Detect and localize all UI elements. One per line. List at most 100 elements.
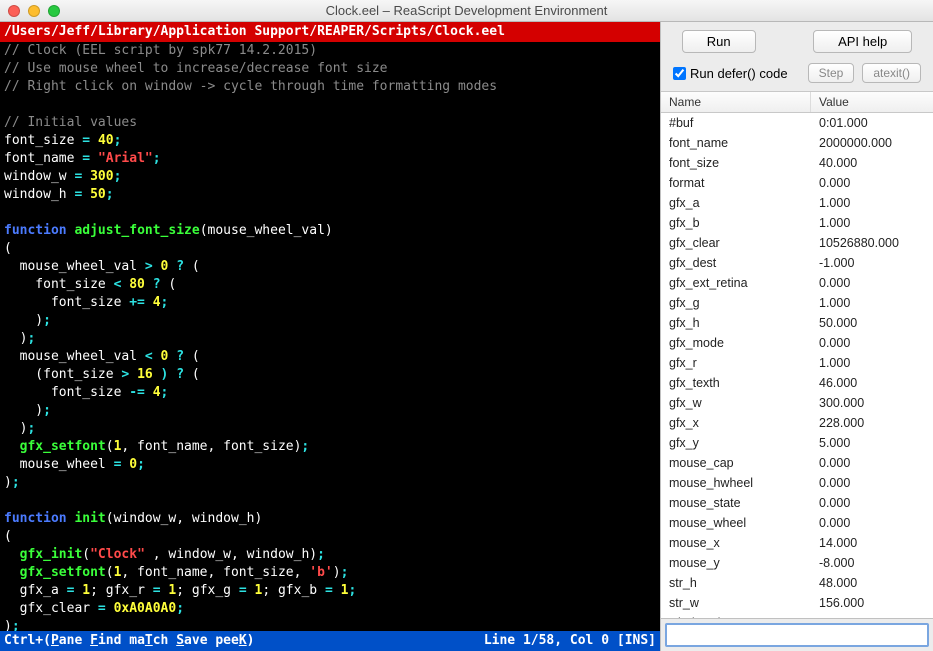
variable-row[interactable]: mouse_y-8.000 <box>661 553 933 573</box>
variable-name: gfx_clear <box>661 233 811 253</box>
variable-name: str_h <box>661 573 811 593</box>
window-titlebar: Clock.eel – ReaScript Development Enviro… <box>0 0 933 22</box>
step-button[interactable]: Step <box>808 63 855 83</box>
run-defer-checkbox[interactable] <box>673 67 686 80</box>
variable-value: -1.000 <box>811 253 933 273</box>
variable-row[interactable]: mouse_cap0.000 <box>661 453 933 473</box>
variable-name: font_size <box>661 153 811 173</box>
variables-header: Name Value <box>661 92 933 113</box>
code-editor[interactable]: /Users/Jeff/Library/Application Support/… <box>0 22 660 651</box>
variable-row[interactable]: format0.000 <box>661 173 933 193</box>
variables-table[interactable]: Name Value #buf0:01.000font_name2000000.… <box>661 91 933 618</box>
variable-name: mouse_cap <box>661 453 811 473</box>
variable-value: 156.000 <box>811 593 933 613</box>
variable-name: gfx_mode <box>661 333 811 353</box>
variable-name: gfx_dest <box>661 253 811 273</box>
status-cursor-position: Line 1/58, Col 0 [INS] <box>484 632 656 650</box>
variable-name: gfx_h <box>661 313 811 333</box>
variable-name: mouse_state <box>661 493 811 513</box>
variable-value: 2000000.000 <box>811 133 933 153</box>
variable-row[interactable]: str_w156.000 <box>661 593 933 613</box>
variable-row[interactable]: gfx_a1.000 <box>661 193 933 213</box>
variable-row[interactable]: font_name2000000.000 <box>661 133 933 153</box>
variable-row[interactable]: gfx_w300.000 <box>661 393 933 413</box>
variable-row[interactable]: mouse_wheel0.000 <box>661 513 933 533</box>
variable-value: 46.000 <box>811 373 933 393</box>
api-help-button[interactable]: API help <box>813 30 912 53</box>
editor-status-bar: Ctrl+(Pane Find maTch Save peeK) Line 1/… <box>0 631 660 651</box>
variable-row[interactable]: gfx_dest-1.000 <box>661 253 933 273</box>
variable-name: gfx_g <box>661 293 811 313</box>
variable-row[interactable]: #buf0:01.000 <box>661 113 933 133</box>
variable-name: str_w <box>661 593 811 613</box>
variable-name: format <box>661 173 811 193</box>
variable-row[interactable]: mouse_x14.000 <box>661 533 933 553</box>
variable-name: gfx_r <box>661 353 811 373</box>
status-shortcuts: Ctrl+(Pane Find maTch Save peeK) <box>4 632 255 650</box>
variable-value: 5.000 <box>811 433 933 453</box>
variable-row[interactable]: gfx_r1.000 <box>661 353 933 373</box>
variable-name: gfx_texth <box>661 373 811 393</box>
variable-row[interactable]: font_size40.000 <box>661 153 933 173</box>
traffic-lights <box>8 5 60 17</box>
variable-name: #buf <box>661 113 811 133</box>
variable-value: 228.000 <box>811 413 933 433</box>
variable-value: 0.000 <box>811 513 933 533</box>
variable-name: gfx_b <box>661 213 811 233</box>
variable-value: 48.000 <box>811 573 933 593</box>
variable-name: gfx_a <box>661 193 811 213</box>
variable-value: 1.000 <box>811 353 933 373</box>
file-path-bar: /Users/Jeff/Library/Application Support/… <box>0 22 660 42</box>
variable-value: -8.000 <box>811 553 933 573</box>
variable-value: 50.000 <box>811 313 933 333</box>
variable-row[interactable]: mouse_state0.000 <box>661 493 933 513</box>
variable-value: 14.000 <box>811 533 933 553</box>
variable-value: 0.000 <box>811 333 933 353</box>
minimize-icon[interactable] <box>28 5 40 17</box>
variable-value: 1.000 <box>811 193 933 213</box>
variable-value: 10526880.000 <box>811 233 933 253</box>
variable-row[interactable]: gfx_clear10526880.000 <box>661 233 933 253</box>
eval-input[interactable] <box>665 623 929 647</box>
variable-value: 0.000 <box>811 273 933 293</box>
variable-row[interactable]: gfx_b1.000 <box>661 213 933 233</box>
variable-name: gfx_y <box>661 433 811 453</box>
column-header-value[interactable]: Value <box>811 92 933 112</box>
variable-row[interactable]: mouse_hwheel0.000 <box>661 473 933 493</box>
variable-row[interactable]: gfx_x228.000 <box>661 413 933 433</box>
variable-row[interactable]: gfx_texth46.000 <box>661 373 933 393</box>
variable-name: mouse_wheel <box>661 513 811 533</box>
variable-name: font_name <box>661 133 811 153</box>
window-title: Clock.eel – ReaScript Development Enviro… <box>0 3 933 18</box>
variable-name: gfx_x <box>661 413 811 433</box>
variable-value: 1.000 <box>811 293 933 313</box>
variable-value: 0.000 <box>811 473 933 493</box>
variable-value: 300.000 <box>811 393 933 413</box>
code-area[interactable]: // Clock (EEL script by spk77 14.2.2015)… <box>0 42 660 631</box>
variable-value: 40.000 <box>811 153 933 173</box>
variable-row[interactable]: gfx_h50.000 <box>661 313 933 333</box>
variable-name: gfx_w <box>661 393 811 413</box>
column-header-name[interactable]: Name <box>661 92 811 112</box>
maximize-icon[interactable] <box>48 5 60 17</box>
variable-row[interactable]: gfx_y5.000 <box>661 433 933 453</box>
variable-value: 0.000 <box>811 173 933 193</box>
run-defer-checkbox-label[interactable]: Run defer() code <box>673 66 788 81</box>
variable-name: gfx_ext_retina <box>661 273 811 293</box>
close-icon[interactable] <box>8 5 20 17</box>
run-button[interactable]: Run <box>682 30 756 53</box>
atexit-button[interactable]: atexit() <box>862 63 921 83</box>
variable-row[interactable]: gfx_ext_retina0.000 <box>661 273 933 293</box>
variable-row[interactable]: gfx_g1.000 <box>661 293 933 313</box>
variable-value: 0.000 <box>811 453 933 473</box>
variable-name: mouse_y <box>661 553 811 573</box>
variable-value: 0:01.000 <box>811 113 933 133</box>
debug-panel: Run API help Run defer() code Step atexi… <box>660 22 933 651</box>
variable-value: 1.000 <box>811 213 933 233</box>
variable-row[interactable]: gfx_mode0.000 <box>661 333 933 353</box>
variable-row[interactable]: str_h48.000 <box>661 573 933 593</box>
variable-name: mouse_hwheel <box>661 473 811 493</box>
variable-name: mouse_x <box>661 533 811 553</box>
variable-value: 0.000 <box>811 493 933 513</box>
eval-input-container <box>661 618 933 651</box>
